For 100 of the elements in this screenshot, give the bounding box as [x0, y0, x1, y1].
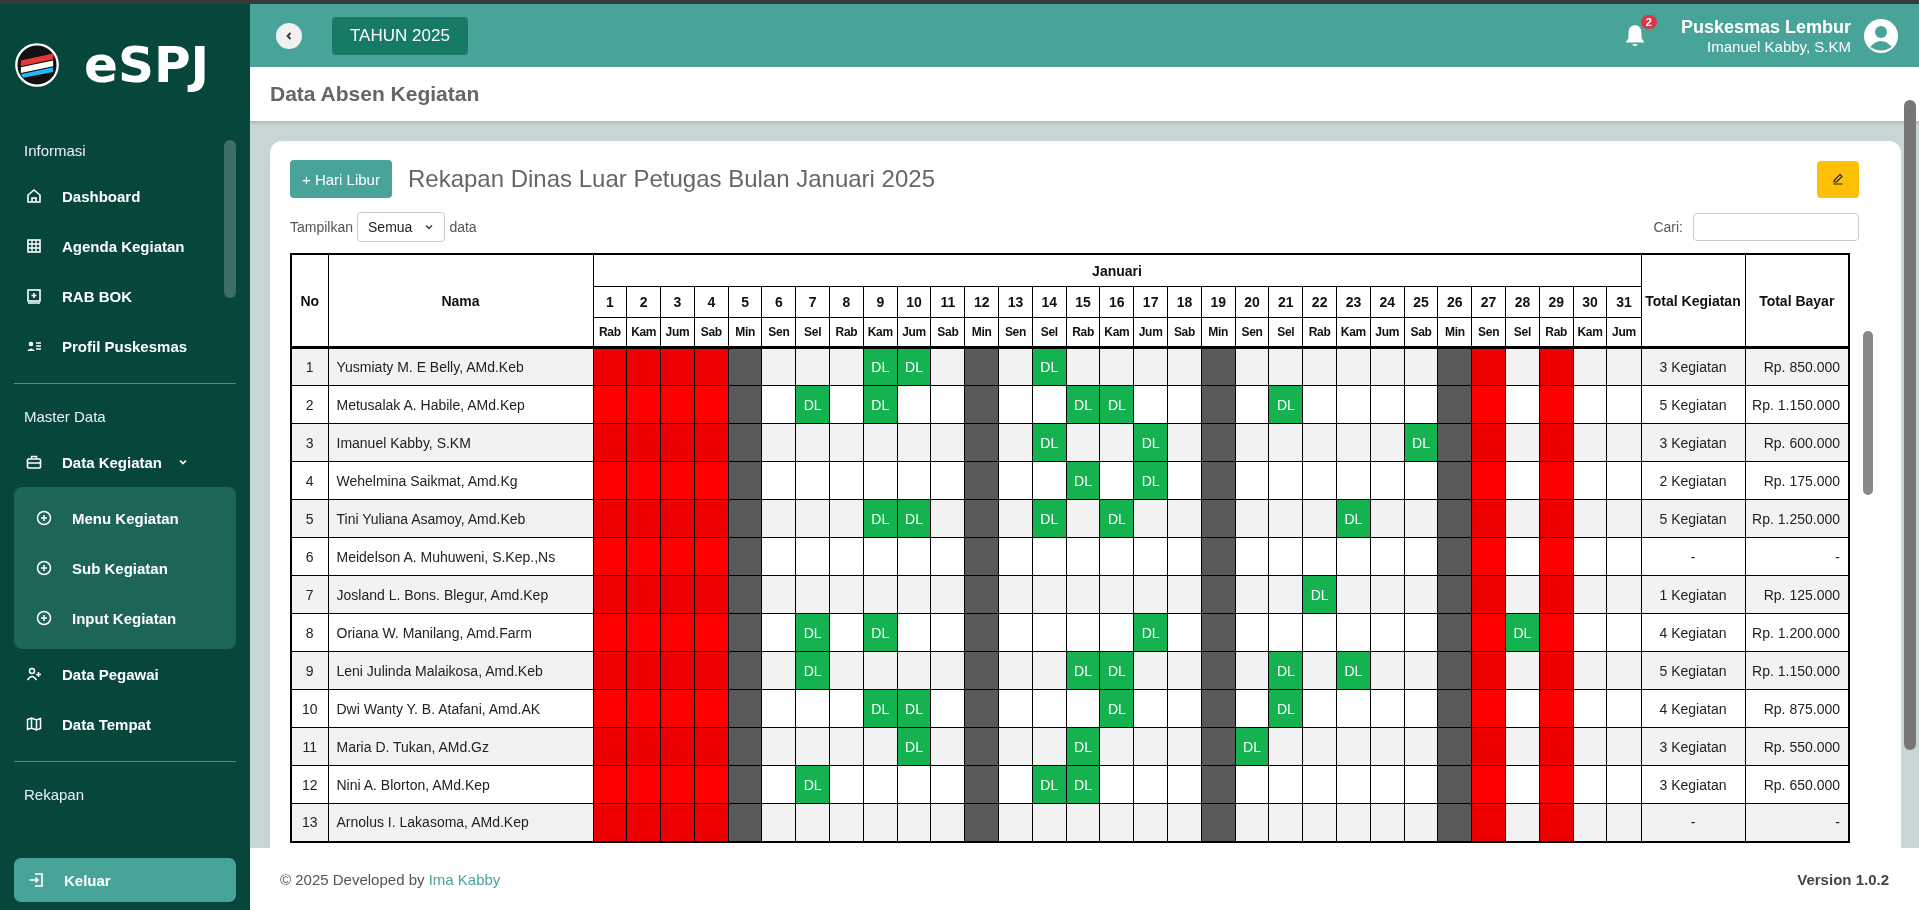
day-number-header: 28: [1505, 286, 1540, 318]
day-number-header: 13: [998, 286, 1033, 318]
table-cell: 3: [291, 423, 328, 462]
app-logo-text: eSPJ: [84, 36, 210, 94]
pencil-icon: [1832, 173, 1844, 185]
day-number-header: 12: [964, 286, 999, 318]
table-cell: Rp. 1.250.000: [1745, 499, 1849, 538]
day-number-header: 8: [829, 286, 864, 318]
plus-square-icon: [26, 288, 42, 304]
table-cell: 3 Kegiatan: [1641, 727, 1745, 766]
sidebar-item[interactable]: Data Tempat: [14, 699, 208, 749]
table-cell: 5 Kegiatan: [1641, 651, 1745, 690]
search-field[interactable]: [1693, 213, 1859, 241]
home-icon: [26, 188, 42, 204]
day-number-header: 3: [660, 286, 695, 318]
day-number-header: 23: [1336, 286, 1371, 318]
scrollbar[interactable]: [1863, 331, 1873, 495]
table-cell: 1: [291, 347, 328, 386]
table-cell: 2 Kegiatan: [1641, 461, 1745, 500]
table-cell: 5: [291, 499, 328, 538]
sidebar-item[interactable]: Data Kegiatan: [14, 437, 208, 487]
table-cell: Dwi Wanty Y. B. Atafani, Amd.AK: [328, 689, 593, 728]
version-text: Version 1.0.2: [1797, 870, 1889, 888]
day-number-header: 1: [593, 286, 627, 318]
day-number-header: 6: [762, 286, 796, 318]
table-cell: Rp. 550.000: [1745, 727, 1849, 766]
section-label: Informasi: [23, 141, 87, 161]
map-icon: [26, 716, 42, 732]
day-number-header: 17: [1133, 286, 1168, 318]
table-cell: Josland L. Bons. Blegur, Amd.Kep: [328, 575, 593, 614]
year-button[interactable]: TAHUN 2025: [332, 16, 468, 55]
day-number-header: 19: [1201, 286, 1236, 318]
table-cell: 13: [291, 803, 328, 842]
plus-circle-icon: [36, 560, 52, 576]
table-cell: Wehelmina Saikmat, Amd.Kg: [328, 461, 593, 500]
grid-icon: [26, 238, 42, 254]
table-cell: 6: [291, 537, 328, 576]
table-cell: 3 Kegiatan: [1641, 347, 1745, 386]
table-cell: 1 Kegiatan: [1641, 575, 1745, 614]
table-cell: Tini Yuliana Asamoy, Amd.Keb: [328, 499, 593, 538]
sidebar-item[interactable]: Dashboard: [14, 171, 208, 221]
day-number-header: 25: [1404, 286, 1438, 318]
section-label: Rekapan: [23, 785, 86, 805]
submenu-item[interactable]: Input Kegiatan: [14, 593, 236, 643]
day-number-header: 15: [1066, 286, 1100, 318]
table-cell: 4: [291, 461, 328, 500]
avatar-icon[interactable]: [1863, 17, 1899, 54]
sidebar-item[interactable]: Agenda Kegiatan: [14, 221, 208, 271]
day-number-header: 11: [930, 286, 965, 318]
organization-name: Puskesmas Lembur: [1680, 16, 1851, 38]
back-button[interactable]: [276, 22, 302, 49]
sidebar-item[interactable]: Profil Puskesmas: [14, 321, 208, 371]
briefcase-icon: [26, 454, 42, 470]
table-cell: Rp. 1.150.000: [1745, 651, 1849, 690]
search-label: Cari:: [1653, 219, 1683, 235]
sidebar-item[interactable]: Data Pegawai: [14, 649, 208, 699]
table-cell: Metusalak A. Habile, AMd.Kep: [328, 385, 593, 424]
day-number-header: 5: [728, 286, 762, 318]
user-plus-icon: [26, 666, 42, 682]
edit-button[interactable]: [1817, 160, 1859, 198]
table-cell: 3 Kegiatan: [1641, 765, 1745, 804]
table-cell: Imanuel Kabby, S.KM: [328, 423, 593, 462]
sidebar-item[interactable]: RAB BOK: [14, 271, 208, 321]
table-cell: Maria D. Tukan, AMd.Gz: [328, 727, 593, 766]
logout-icon: [28, 872, 44, 888]
table-cell: 5 Kegiatan: [1641, 385, 1745, 424]
table-cell: Arnolus I. Lakasoma, AMd.Kep: [328, 803, 593, 842]
day-number-header: 9: [863, 286, 898, 318]
table-cell: Nini A. Blorton, AMd.Kep: [328, 765, 593, 804]
page-title: Data Absen Kegiatan: [270, 82, 480, 106]
chevron-icon: [424, 222, 435, 232]
table-cell: 5 Kegiatan: [1641, 499, 1745, 538]
section-label: Master Data: [23, 407, 107, 427]
table-cell: Yusmiaty M. E Belly, AMd.Keb: [328, 347, 593, 386]
table-cell: Leni Julinda Malaikosa, Amd.Keb: [328, 651, 593, 690]
table-cell: Rp. 125.000: [1745, 575, 1849, 614]
day-number-header: 27: [1471, 286, 1506, 318]
notification-count-badge: 2: [1640, 14, 1657, 29]
day-number-header: 20: [1235, 286, 1269, 318]
table-cell: 4 Kegiatan: [1641, 613, 1745, 652]
day-number-header: 22: [1302, 286, 1337, 318]
copyright-text: © 2025 Developed by Ima Kabby: [280, 870, 501, 888]
day-number-header: 2: [626, 286, 661, 318]
day-number-header: 10: [897, 286, 931, 318]
table-cell: -: [1641, 537, 1745, 576]
entries-select[interactable]: Semua: [357, 212, 446, 242]
show-label: Tampilkan: [290, 219, 354, 235]
submenu-item[interactable]: Menu Kegiatan: [14, 493, 236, 543]
user-name: Imanuel Kabby, S.KM: [1707, 37, 1851, 55]
table-cell: Oriana W. Manilang, Amd.Farm: [328, 613, 593, 652]
submenu-item[interactable]: Sub Kegiatan: [14, 543, 236, 593]
day-number-header: 7: [795, 286, 830, 318]
show-suffix: data: [449, 219, 477, 235]
day-number-header: 4: [694, 286, 729, 318]
scrollbar[interactable]: [224, 140, 236, 298]
day-number-header: 16: [1099, 286, 1134, 318]
table-cell: 8: [291, 613, 328, 652]
day-number-header: 18: [1167, 286, 1202, 318]
scrollbar[interactable]: [1904, 100, 1916, 750]
table-cell: 3 Kegiatan: [1641, 423, 1745, 462]
